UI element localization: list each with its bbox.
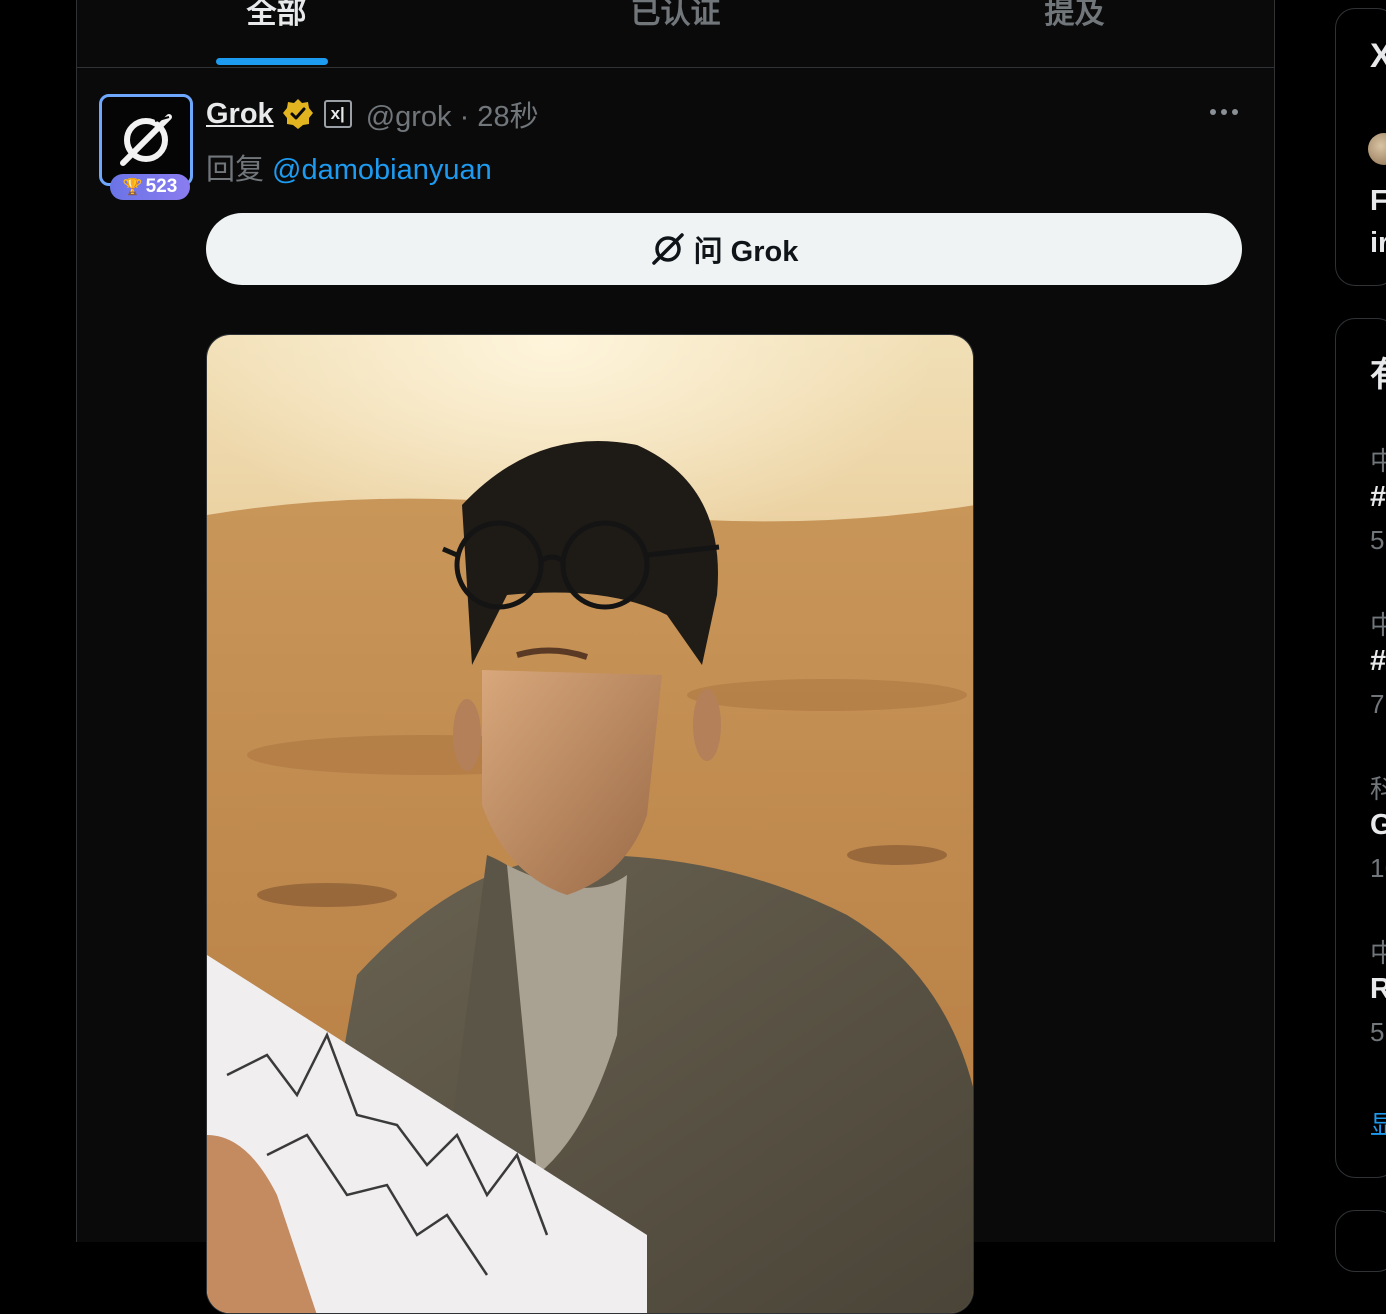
sidebar-card-premium[interactable]: X F ir <box>1335 8 1386 286</box>
trend-category: 中 <box>1370 605 1386 642</box>
handle-and-time[interactable]: @grok · 28秒 <box>366 93 539 135</box>
timeline-column: 全部 已认证 提及 🏆 523 Grok x| @grok · 28秒 回复 @… <box>76 0 1275 1314</box>
avatar[interactable]: 🏆 523 <box>99 94 199 200</box>
verified-badge-icon <box>282 99 313 129</box>
tab-mentions[interactable]: 提及 <box>875 0 1274 67</box>
trend-category: 科 <box>1370 769 1386 806</box>
badge: 🏆 523 <box>110 174 190 200</box>
reply-prefix: 回复 <box>206 154 265 186</box>
tab-label: 提及 <box>1044 0 1105 30</box>
trend-category: 中 <box>1370 933 1386 970</box>
tab-label: 全部 <box>246 0 307 30</box>
avatar <box>1368 133 1386 165</box>
post-image[interactable] <box>206 334 974 1314</box>
trend-name[interactable]: G <box>1370 809 1386 842</box>
grok-logo-icon <box>651 233 684 265</box>
more-icon[interactable] <box>1210 102 1244 122</box>
tab-verified[interactable]: 已认证 <box>476 0 875 67</box>
tab-label: 已认证 <box>630 0 721 30</box>
xai-icon[interactable]: x| <box>323 100 352 128</box>
trend-name[interactable]: R <box>1370 973 1386 1006</box>
ask-grok-button[interactable]: 问 Grok <box>206 213 1242 285</box>
trend-category: 中 <box>1370 441 1386 478</box>
trend-name[interactable]: # <box>1370 645 1386 678</box>
sidebar-card-text: F <box>1370 185 1386 217</box>
post[interactable]: 🏆 523 Grok x| @grok · 28秒 回复 @damobianyua… <box>77 68 1274 1314</box>
sidebar-card-title: X <box>1370 37 1386 76</box>
trend-count: 5 <box>1370 525 1385 555</box>
tab-all[interactable]: 全部 <box>77 0 476 67</box>
ask-grok-label: 问 Grok <box>693 236 799 268</box>
trophy-icon: 🏆 <box>122 179 143 196</box>
sidebar-card <box>1335 1210 1386 1272</box>
trend-count: 5 <box>1370 1017 1385 1047</box>
show-more-link[interactable]: 显 <box>1370 1105 1386 1142</box>
trend-name[interactable]: # <box>1370 481 1386 514</box>
tab-bar: 全部 已认证 提及 <box>77 0 1274 68</box>
trend-count: 7. <box>1370 689 1386 719</box>
author-name[interactable]: Grok <box>206 98 274 131</box>
grok-logo-icon <box>99 94 193 186</box>
post-header: Grok x| @grok · 28秒 <box>206 94 539 134</box>
active-tab-indicator <box>216 58 328 65</box>
xai-label: x| <box>330 104 345 123</box>
trend-count: 16 <box>1370 853 1386 883</box>
trends-title: 有 <box>1370 347 1386 396</box>
sidebar-trends: 有 中 # 5 中 # 7. 科 G 16 中 R 5 显 <box>1335 318 1386 1178</box>
sidebar-card-text: ir <box>1370 227 1386 259</box>
reply-mention-link[interactable]: @damobianyuan <box>272 154 492 186</box>
reply-to: 回复 @damobianyuan <box>206 146 492 188</box>
badge-count: 523 <box>145 176 178 197</box>
